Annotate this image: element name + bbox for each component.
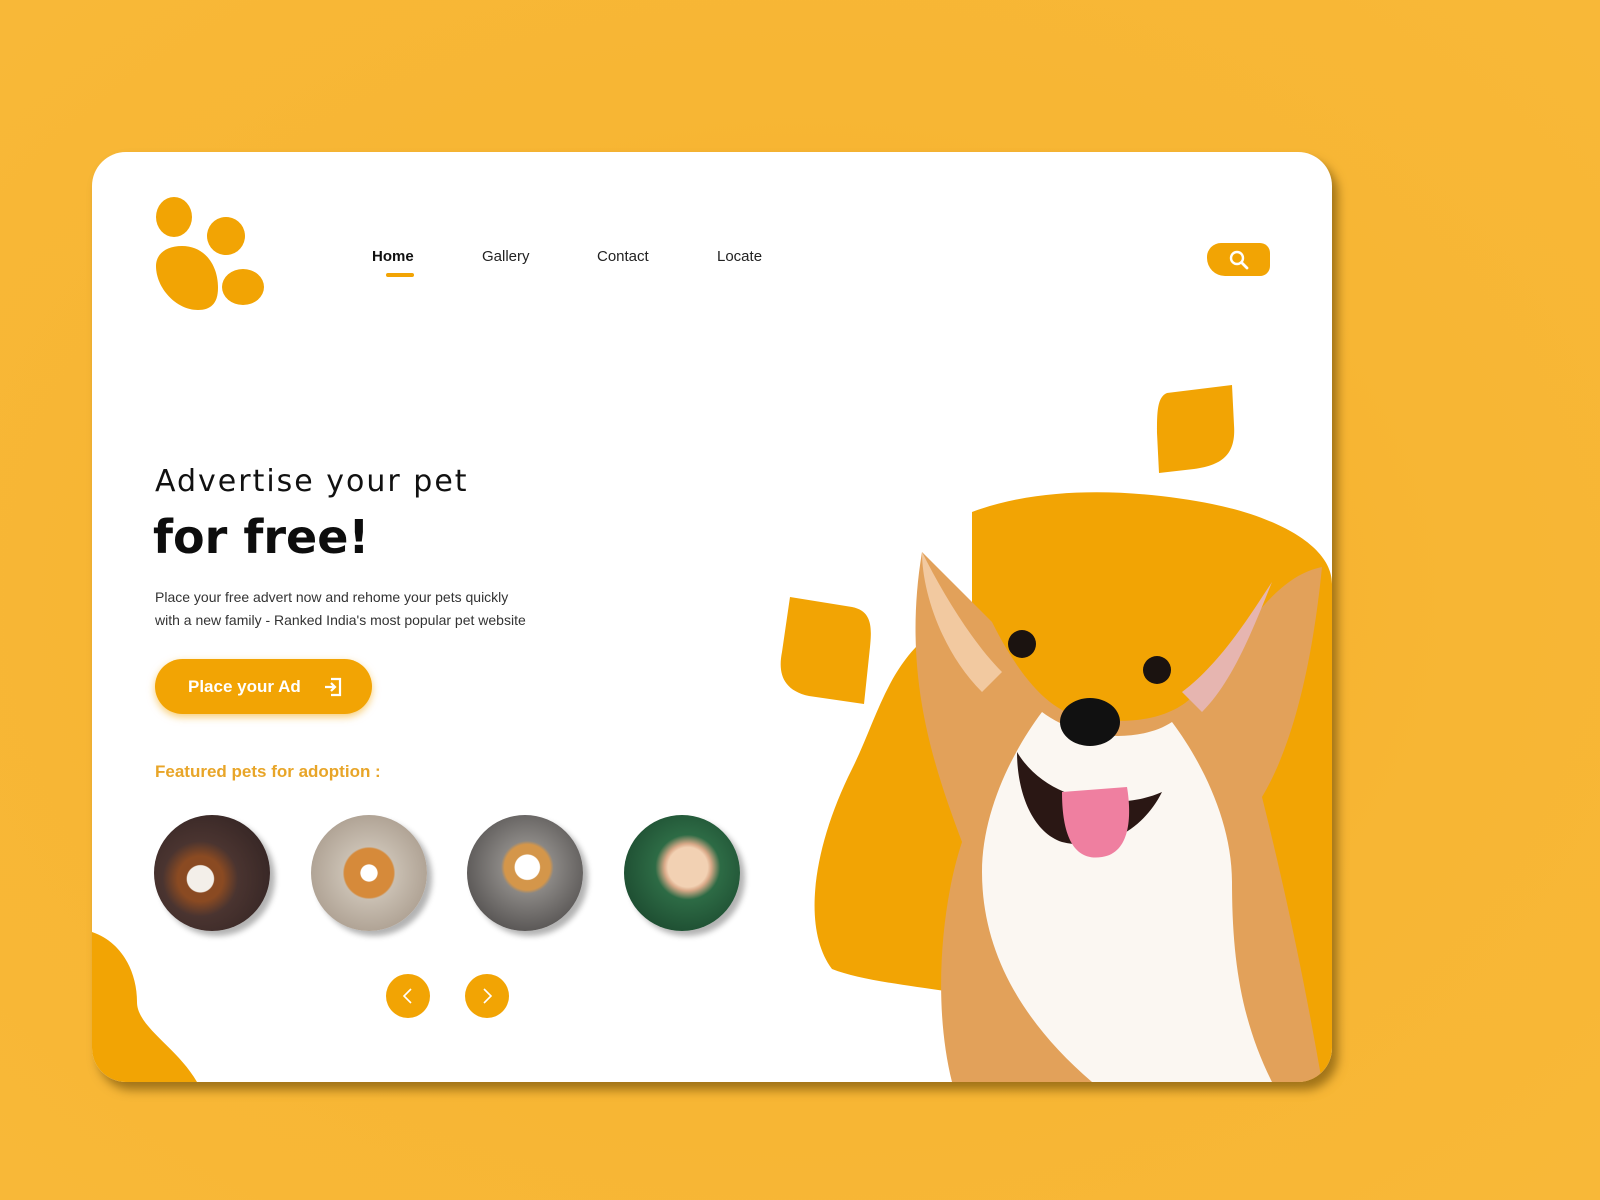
nav-home[interactable]: Home xyxy=(372,248,414,277)
place-ad-label: Place your Ad xyxy=(188,676,301,696)
description-line: with a new family - Ranked India's most … xyxy=(155,612,526,628)
nav-contact[interactable]: Contact xyxy=(597,248,649,265)
featured-label: Featured pets for adoption : xyxy=(155,762,381,781)
chevron-right-icon xyxy=(483,988,493,1004)
search-icon xyxy=(1229,250,1248,269)
prev-button[interactable] xyxy=(386,974,430,1018)
next-button[interactable] xyxy=(465,974,509,1018)
featured-pet-corgi-puppy[interactable] xyxy=(467,815,583,931)
place-ad-button[interactable]: Place your Ad xyxy=(155,659,372,714)
paw-logo[interactable] xyxy=(152,196,267,311)
description-line: Place your free advert now and rehome yo… xyxy=(155,589,509,605)
corner-blob xyxy=(92,932,197,1082)
hero-illustration xyxy=(780,385,1332,1082)
featured-pet-beagle[interactable] xyxy=(154,815,270,931)
chevron-left-icon xyxy=(402,988,412,1004)
hero-title-line2: for free! xyxy=(153,510,370,564)
featured-pet-kitten[interactable] xyxy=(624,815,740,931)
featured-pet-corgi-lying[interactable] xyxy=(311,815,427,931)
hero-title-line1: Advertise your pet xyxy=(155,464,469,499)
sign-in-icon xyxy=(324,677,341,696)
nav-gallery[interactable]: Gallery xyxy=(482,248,530,265)
landing-card: Home Gallery Contact Locate Advertise yo… xyxy=(92,152,1332,1082)
search-button[interactable] xyxy=(1207,243,1270,276)
nav-locate[interactable]: Locate xyxy=(717,248,762,265)
hero-description: Place your free advert now and rehome yo… xyxy=(155,586,615,632)
